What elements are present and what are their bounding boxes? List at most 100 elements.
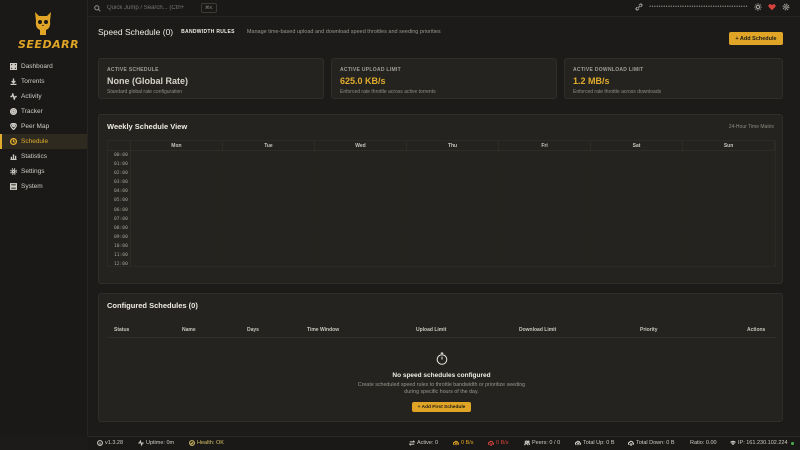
matrix-cell[interactable] [130, 251, 223, 261]
brand-logo[interactable]: SEEDARR [0, 0, 87, 56]
matrix-cell[interactable] [314, 160, 407, 170]
matrix-cell[interactable] [223, 260, 315, 266]
matrix-cell[interactable] [406, 151, 499, 161]
matrix-cell[interactable] [498, 205, 591, 215]
heart-icon[interactable] [768, 3, 776, 11]
matrix-cell[interactable] [498, 214, 591, 224]
matrix-cell[interactable] [407, 260, 499, 266]
matrix-cell[interactable] [590, 178, 683, 188]
matrix-cell[interactable] [130, 232, 223, 242]
matrix-cell[interactable] [314, 241, 407, 252]
matrix-cell[interactable] [498, 187, 591, 197]
column-header-actions[interactable]: Actions [747, 327, 765, 333]
matrix-cell[interactable] [222, 160, 315, 170]
matrix-cell[interactable] [590, 241, 683, 252]
matrix-cell[interactable] [498, 196, 591, 206]
column-header-priority[interactable]: Priority [640, 327, 658, 333]
matrix-cell[interactable] [222, 169, 315, 179]
matrix-cell[interactable] [590, 196, 683, 206]
matrix-cell[interactable] [406, 169, 499, 179]
search-input[interactable] [107, 5, 197, 11]
matrix-cell[interactable] [130, 196, 223, 206]
matrix-cell[interactable] [406, 196, 499, 206]
matrix-cell[interactable] [314, 251, 407, 261]
matrix-cell[interactable] [590, 223, 683, 233]
matrix-cell[interactable] [222, 151, 315, 161]
matrix-cell[interactable] [682, 205, 775, 215]
matrix-cell[interactable] [130, 187, 223, 197]
matrix-cell[interactable] [130, 160, 223, 170]
matrix-cell[interactable] [682, 251, 775, 261]
sidebar-item-dashboard[interactable]: Dashboard [0, 59, 87, 74]
gear-icon[interactable] [782, 3, 790, 11]
sidebar-item-tracker[interactable]: Tracker [0, 104, 87, 119]
column-header-status[interactable]: Status [114, 327, 129, 333]
matrix-cell[interactable] [498, 169, 591, 179]
matrix-cell[interactable] [406, 205, 499, 215]
sidebar-item-peer-map[interactable]: Peer Map [0, 119, 87, 134]
add-first-schedule-button[interactable]: + Add First Schedule [412, 402, 471, 412]
matrix-cell[interactable] [314, 232, 407, 242]
matrix-cell[interactable] [683, 260, 775, 266]
column-header-time-window[interactable]: Time Window [307, 327, 339, 333]
matrix-cell[interactable] [406, 232, 499, 242]
matrix-cell[interactable] [682, 160, 775, 170]
matrix-cell[interactable] [590, 205, 683, 215]
matrix-cell[interactable] [130, 223, 223, 233]
matrix-cell[interactable] [498, 223, 591, 233]
matrix-cell[interactable] [498, 178, 591, 188]
matrix-cell[interactable] [130, 169, 223, 179]
matrix-cell[interactable] [222, 205, 315, 215]
matrix-cell[interactable] [314, 205, 407, 215]
matrix-cell[interactable] [406, 241, 499, 252]
matrix-cell[interactable] [682, 223, 775, 233]
matrix-cell[interactable] [314, 178, 407, 188]
matrix-cell[interactable] [222, 178, 315, 188]
theme-toggle-icon[interactable] [754, 3, 762, 11]
column-header-upload-limit[interactable]: Upload Limit [416, 327, 446, 333]
matrix-cell[interactable] [222, 251, 315, 261]
matrix-cell[interactable] [130, 151, 223, 161]
sidebar-item-torrents[interactable]: Torrents [0, 74, 87, 89]
sidebar-item-settings[interactable]: Settings [0, 164, 87, 179]
matrix-cell[interactable] [131, 260, 223, 266]
matrix-cell[interactable] [682, 214, 775, 224]
matrix-cell[interactable] [314, 223, 407, 233]
matrix-cell[interactable] [130, 241, 223, 252]
matrix-cell[interactable] [590, 169, 683, 179]
matrix-cell[interactable] [590, 187, 683, 197]
matrix-cell[interactable] [682, 196, 775, 206]
matrix-cell[interactable] [406, 178, 499, 188]
matrix-cell[interactable] [406, 187, 499, 197]
matrix-cell[interactable] [222, 187, 315, 197]
matrix-cell[interactable] [498, 251, 591, 261]
sidebar-item-statistics[interactable]: Statistics [0, 149, 87, 164]
matrix-cell[interactable] [314, 151, 407, 161]
column-header-days[interactable]: Days [247, 327, 259, 333]
matrix-cell[interactable] [222, 232, 315, 242]
matrix-cell[interactable] [222, 196, 315, 206]
matrix-cell[interactable] [498, 151, 591, 161]
matrix-cell[interactable] [314, 169, 407, 179]
matrix-cell[interactable] [498, 232, 591, 242]
matrix-cell[interactable] [222, 241, 315, 252]
column-header-download-limit[interactable]: Download Limit [519, 327, 556, 333]
link-icon[interactable] [635, 3, 643, 11]
matrix-cell[interactable] [591, 260, 683, 266]
matrix-cell[interactable] [682, 187, 775, 197]
sidebar-item-schedule[interactable]: Schedule [0, 134, 87, 149]
matrix-cell[interactable] [498, 241, 591, 252]
matrix-cell[interactable] [682, 241, 775, 252]
matrix-cell[interactable] [406, 160, 499, 170]
matrix-cell[interactable] [498, 160, 591, 170]
matrix-cell[interactable] [590, 151, 683, 161]
matrix-cell[interactable] [406, 251, 499, 261]
matrix-cell[interactable] [682, 169, 775, 179]
matrix-cell[interactable] [590, 251, 683, 261]
matrix-cell[interactable] [590, 232, 683, 242]
matrix-cell[interactable] [130, 214, 223, 224]
column-header-name[interactable]: Name [182, 327, 196, 333]
matrix-cell[interactable] [222, 223, 315, 233]
matrix-cell[interactable] [314, 187, 407, 197]
matrix-cell[interactable] [130, 205, 223, 215]
